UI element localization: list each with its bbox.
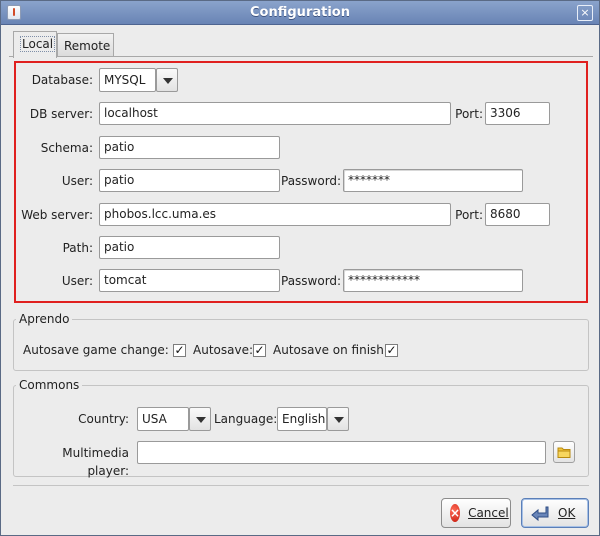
web-password-field[interactable]: ************: [343, 269, 523, 292]
web-server-label: Web server:: [21, 208, 93, 222]
autosave-checkbox[interactable]: ✓: [253, 344, 266, 357]
language-select[interactable]: English: [277, 407, 327, 431]
web-user-label: User:: [61, 274, 93, 288]
schema-field[interactable]: patio: [99, 136, 280, 159]
language-label: Language:: [214, 412, 278, 426]
button-separator: [13, 485, 589, 486]
schema-label: Schema:: [40, 141, 93, 155]
cancel-icon: ×: [450, 504, 461, 522]
configuration-dialog: Configuration × Local Remote Database: M…: [0, 0, 600, 536]
tab-local-label: Local: [20, 36, 56, 52]
tab-local[interactable]: Local: [13, 31, 57, 58]
database-label: Database:: [31, 73, 93, 87]
autosave-game-change-checkbox[interactable]: ✓: [173, 344, 186, 357]
cancel-button[interactable]: × Cancel: [441, 498, 511, 528]
web-password-label: Password:: [281, 274, 342, 288]
autosave-game-change-label: Autosave game change:: [23, 343, 169, 357]
folder-open-button[interactable]: [553, 441, 575, 463]
db-password-label: Password:: [281, 174, 342, 188]
commons-title: Commons: [16, 377, 83, 393]
db-user-field[interactable]: patio: [99, 169, 280, 192]
path-label: Path:: [62, 241, 93, 255]
db-port-label: Port:: [455, 107, 483, 121]
web-server-field[interactable]: phobos.lcc.uma.es: [99, 203, 451, 226]
ok-arrow-icon: [530, 504, 550, 522]
tab-remote-label: Remote: [64, 39, 111, 53]
close-icon[interactable]: ×: [577, 5, 593, 21]
aprendo-title: Aprendo: [16, 311, 73, 327]
multimedia-player-label: Multimedia player:: [62, 446, 129, 478]
web-port-field[interactable]: 8680: [485, 203, 550, 226]
multimedia-player-field[interactable]: [137, 441, 546, 464]
folder-icon: [557, 447, 571, 458]
db-server-field[interactable]: localhost: [99, 102, 451, 125]
db-server-label: DB server:: [29, 107, 93, 121]
cancel-button-label: Cancel: [468, 506, 509, 520]
database-select[interactable]: MYSQL: [99, 68, 156, 92]
db-user-label: User:: [61, 174, 93, 188]
path-field[interactable]: patio: [99, 236, 280, 259]
country-dropdown-icon[interactable]: [189, 407, 211, 431]
autosave-on-finish-label: Autosave on finish:: [273, 343, 388, 357]
ok-button[interactable]: OK: [521, 498, 589, 528]
autosave-label: Autosave:: [193, 343, 253, 357]
language-dropdown-icon[interactable]: [327, 407, 349, 431]
web-port-label: Port:: [455, 208, 483, 222]
country-select[interactable]: USA: [137, 407, 189, 431]
tab-remote[interactable]: Remote: [57, 33, 114, 56]
ok-button-label: OK: [558, 506, 576, 520]
web-user-field[interactable]: tomcat: [99, 269, 280, 292]
title-bar: Configuration ×: [1, 1, 599, 25]
country-label: Country:: [78, 412, 129, 426]
window-title: Configuration: [250, 5, 350, 20]
db-password-field[interactable]: *******: [343, 169, 523, 192]
database-dropdown-icon[interactable]: [156, 68, 178, 92]
db-port-field[interactable]: 3306: [485, 102, 550, 125]
autosave-on-finish-checkbox[interactable]: ✓: [385, 344, 398, 357]
